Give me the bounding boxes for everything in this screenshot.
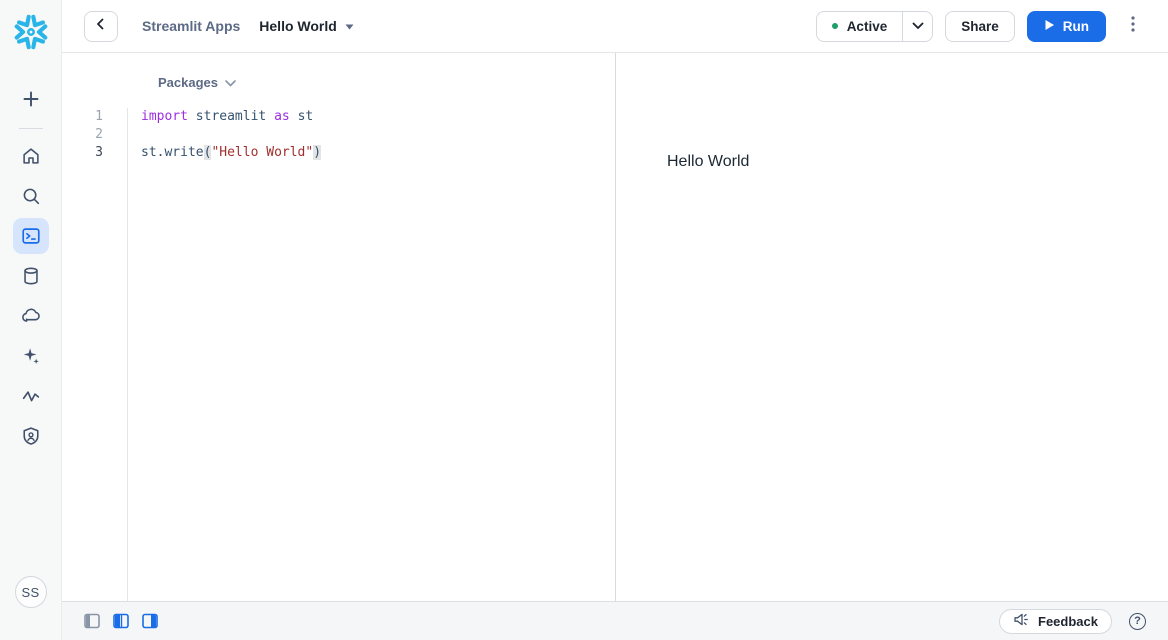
megaphone-icon bbox=[1013, 612, 1030, 630]
layout-split-button[interactable] bbox=[113, 613, 129, 629]
more-options-button[interactable] bbox=[1120, 11, 1146, 42]
bottom-bar: Feedback ? bbox=[62, 601, 1168, 640]
main-area: Streamlit Apps Hello World Active bbox=[62, 0, 1168, 640]
run-button[interactable]: Run bbox=[1027, 11, 1106, 42]
breadcrumb-streamlit-apps[interactable]: Streamlit Apps bbox=[142, 18, 240, 34]
layout-editor-only-icon bbox=[84, 613, 100, 629]
status-button[interactable]: Active bbox=[817, 12, 903, 41]
plus-icon bbox=[21, 89, 41, 109]
line-number: 2 bbox=[62, 126, 103, 144]
feedback-button[interactable]: Feedback bbox=[999, 609, 1112, 634]
status-chevron-down-icon bbox=[912, 17, 924, 35]
sidebar-item-ai[interactable] bbox=[13, 338, 49, 374]
search-icon bbox=[20, 185, 42, 207]
line-number: 3 bbox=[62, 144, 103, 162]
play-icon bbox=[1044, 19, 1055, 34]
streamlit-output-text: Hello World bbox=[616, 53, 1168, 171]
editor-header: Packages bbox=[62, 53, 615, 108]
sidebar-item-monitoring[interactable] bbox=[13, 378, 49, 414]
title-caret-icon bbox=[345, 17, 354, 35]
line-number: 1 bbox=[62, 108, 103, 126]
status-dropdown-toggle[interactable] bbox=[902, 12, 932, 41]
back-chevron-icon bbox=[95, 17, 107, 35]
activity-icon bbox=[20, 385, 42, 407]
app-window: SS Streamlit Apps Hello World bbox=[0, 0, 1168, 640]
layout-toggles bbox=[84, 613, 158, 629]
home-icon bbox=[20, 145, 42, 167]
terminal-icon bbox=[20, 225, 42, 247]
layout-editor-only-button[interactable] bbox=[84, 613, 100, 629]
code-line[interactable]: st.write("Hello World") bbox=[141, 144, 615, 162]
packages-label: Packages bbox=[158, 75, 218, 90]
top-bar: Streamlit Apps Hello World Active bbox=[62, 0, 1168, 53]
sidebar-item-cloud[interactable] bbox=[13, 298, 49, 334]
sidebar-item-data[interactable] bbox=[13, 258, 49, 294]
cloud-icon bbox=[20, 305, 42, 327]
sidebar-item-admin[interactable] bbox=[13, 418, 49, 454]
user-avatar[interactable]: SS bbox=[15, 576, 47, 608]
layout-preview-only-icon bbox=[142, 613, 158, 629]
line-number-gutter: 123 bbox=[62, 108, 128, 601]
feedback-label: Feedback bbox=[1038, 614, 1098, 629]
database-icon bbox=[20, 265, 42, 287]
run-label: Run bbox=[1063, 19, 1089, 34]
status-dot bbox=[832, 23, 838, 29]
snowflake-logo[interactable] bbox=[12, 13, 50, 56]
layout-split-icon bbox=[113, 613, 129, 629]
app-title-dropdown[interactable]: Hello World bbox=[259, 17, 354, 35]
sidebar-item-home[interactable] bbox=[13, 138, 49, 174]
avatar-initials: SS bbox=[22, 585, 40, 600]
code-line[interactable]: import streamlit as st bbox=[141, 108, 615, 126]
kebab-menu-icon bbox=[1131, 16, 1135, 37]
back-button[interactable] bbox=[84, 11, 118, 42]
app-preview-pane: Hello World bbox=[616, 53, 1168, 601]
help-icon: ? bbox=[1134, 615, 1141, 627]
status-split-button: Active bbox=[816, 11, 934, 42]
packages-dropdown[interactable]: Packages bbox=[158, 75, 236, 90]
layout-preview-only-button[interactable] bbox=[142, 613, 158, 629]
sidebar-item-search[interactable] bbox=[13, 178, 49, 214]
code-lines[interactable]: import streamlit as st st.write("Hello W… bbox=[128, 108, 615, 601]
help-button[interactable]: ? bbox=[1129, 613, 1146, 630]
status-label: Active bbox=[847, 19, 888, 34]
code-line[interactable] bbox=[141, 126, 615, 144]
content-area: Packages 123 import streamlit as st st.w… bbox=[62, 53, 1168, 601]
sparkles-icon bbox=[20, 345, 42, 367]
sidebar-divider bbox=[19, 128, 43, 129]
share-button[interactable]: Share bbox=[945, 11, 1015, 42]
chevron-down-icon bbox=[225, 75, 236, 90]
code-editor-pane: Packages 123 import streamlit as st st.w… bbox=[62, 53, 616, 601]
left-nav-rail: SS bbox=[0, 0, 62, 640]
shield-user-icon bbox=[20, 425, 42, 447]
sidebar-item-projects[interactable] bbox=[13, 218, 49, 254]
code-editor[interactable]: 123 import streamlit as st st.write("Hel… bbox=[62, 108, 615, 601]
page-title: Hello World bbox=[259, 18, 337, 34]
create-new-button[interactable] bbox=[13, 81, 49, 117]
